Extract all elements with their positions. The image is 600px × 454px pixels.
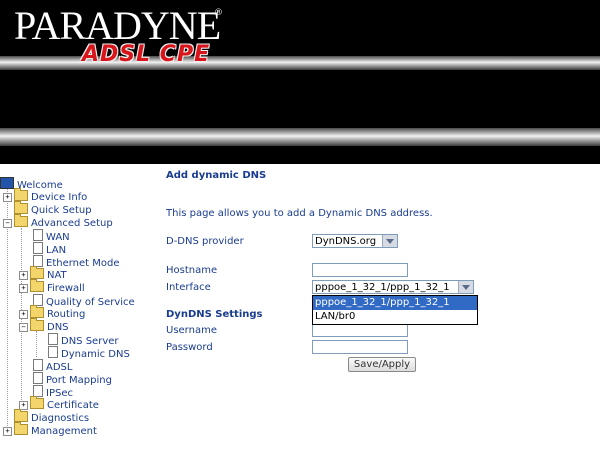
sidebar-item-dns[interactable]: − DNS xyxy=(19,318,69,333)
page-icon xyxy=(48,333,58,345)
provider-label: D-DNS provider xyxy=(166,236,244,247)
interface-label: Interface xyxy=(166,282,211,293)
product-name: ADSL CPE xyxy=(82,42,211,67)
registered-mark: ® xyxy=(214,8,223,18)
sidebar-item-wan[interactable]: WAN xyxy=(33,229,70,243)
interface-dropdown-list: pppoe_1_32_1/ppp_1_32_1 LAN/br0 xyxy=(312,295,478,325)
collapse-icon[interactable]: − xyxy=(3,219,12,228)
username-label: Username xyxy=(166,325,217,336)
folder-open-icon xyxy=(14,214,28,227)
folder-icon xyxy=(14,188,28,201)
interface-option[interactable]: LAN/br0 xyxy=(313,310,477,324)
page-description: This page allows you to add a Dynamic DN… xyxy=(166,208,433,219)
sidebar-item-quality-of-service[interactable]: Quality of Service xyxy=(33,294,160,307)
page-icon xyxy=(48,346,58,358)
expand-icon[interactable]: + xyxy=(3,427,12,436)
sidebar-item-lan[interactable]: LAN xyxy=(33,242,66,256)
sidebar-item-port-mapping[interactable]: Port Mapping xyxy=(33,372,112,386)
sidebar-item-nat[interactable]: + NAT xyxy=(19,266,67,281)
folder-icon xyxy=(14,422,28,435)
folder-icon xyxy=(14,409,28,422)
banner-chrome-bar xyxy=(0,128,600,146)
folder-open-icon xyxy=(30,318,44,331)
save-apply-button[interactable]: Save/Apply xyxy=(348,357,416,372)
page-icon xyxy=(33,359,43,371)
sidebar-item-dynamic-dns[interactable]: Dynamic DNS xyxy=(48,346,130,360)
sidebar-item-firewall[interactable]: + Firewall xyxy=(19,279,85,294)
password-label: Password xyxy=(166,342,213,353)
sidebar-item-dns-server[interactable]: DNS Server xyxy=(48,333,119,347)
provider-select-value: DynDNS.org xyxy=(315,236,377,247)
hostname-label: Hostname xyxy=(166,265,218,276)
username-input[interactable] xyxy=(312,323,408,337)
interface-select-value: pppoe_1_32_1/ppp_1_32_1 xyxy=(315,282,450,293)
header-banner: PARADYNE ® ADSL CPE xyxy=(0,0,600,164)
interface-option[interactable]: pppoe_1_32_1/ppp_1_32_1 xyxy=(313,296,477,310)
sidebar-item-ethernet-mode[interactable]: Ethernet Mode xyxy=(33,255,120,269)
sidebar-item-adsl[interactable]: ADSL xyxy=(33,359,72,373)
settings-heading: DynDNS Settings xyxy=(166,309,263,320)
expand-icon[interactable]: + xyxy=(19,271,28,280)
chevron-down-icon[interactable] xyxy=(458,281,473,293)
folder-icon xyxy=(30,266,44,279)
sidebar-item-welcome[interactable]: Welcome xyxy=(0,177,63,191)
sidebar-item-certificate[interactable]: + Certificate xyxy=(19,396,99,411)
expand-icon[interactable]: + xyxy=(19,284,28,293)
sidebar-item-quick-setup[interactable]: Quick Setup xyxy=(14,201,92,216)
folder-icon xyxy=(14,201,28,214)
collapse-icon[interactable]: − xyxy=(19,323,28,332)
password-input[interactable] xyxy=(312,340,408,354)
page-title: Add dynamic DNS xyxy=(166,170,267,181)
page-icon xyxy=(33,372,43,384)
expand-icon[interactable]: + xyxy=(19,310,28,319)
sidebar-item-ipsec[interactable]: IPSec xyxy=(33,385,73,399)
sidebar-item-routing[interactable]: + Routing xyxy=(19,305,85,320)
folder-icon xyxy=(30,279,44,292)
page-icon xyxy=(33,242,43,254)
sidebar-item-advanced-setup[interactable]: − Advanced Setup xyxy=(3,214,113,229)
sidebar-item-diagnostics[interactable]: Diagnostics xyxy=(14,409,89,424)
sidebar-item-management[interactable]: + Management xyxy=(3,422,97,437)
tree-connector xyxy=(36,331,37,357)
expand-icon[interactable]: + xyxy=(3,193,12,202)
page-icon xyxy=(33,229,43,241)
folder-icon xyxy=(30,305,44,318)
hostname-input[interactable] xyxy=(312,263,408,277)
folder-icon xyxy=(30,396,44,409)
provider-select[interactable]: DynDNS.org xyxy=(312,234,398,248)
computer-icon xyxy=(0,177,14,189)
chevron-down-icon[interactable] xyxy=(382,235,397,247)
interface-select[interactable]: pppoe_1_32_1/ppp_1_32_1 xyxy=(312,280,474,294)
